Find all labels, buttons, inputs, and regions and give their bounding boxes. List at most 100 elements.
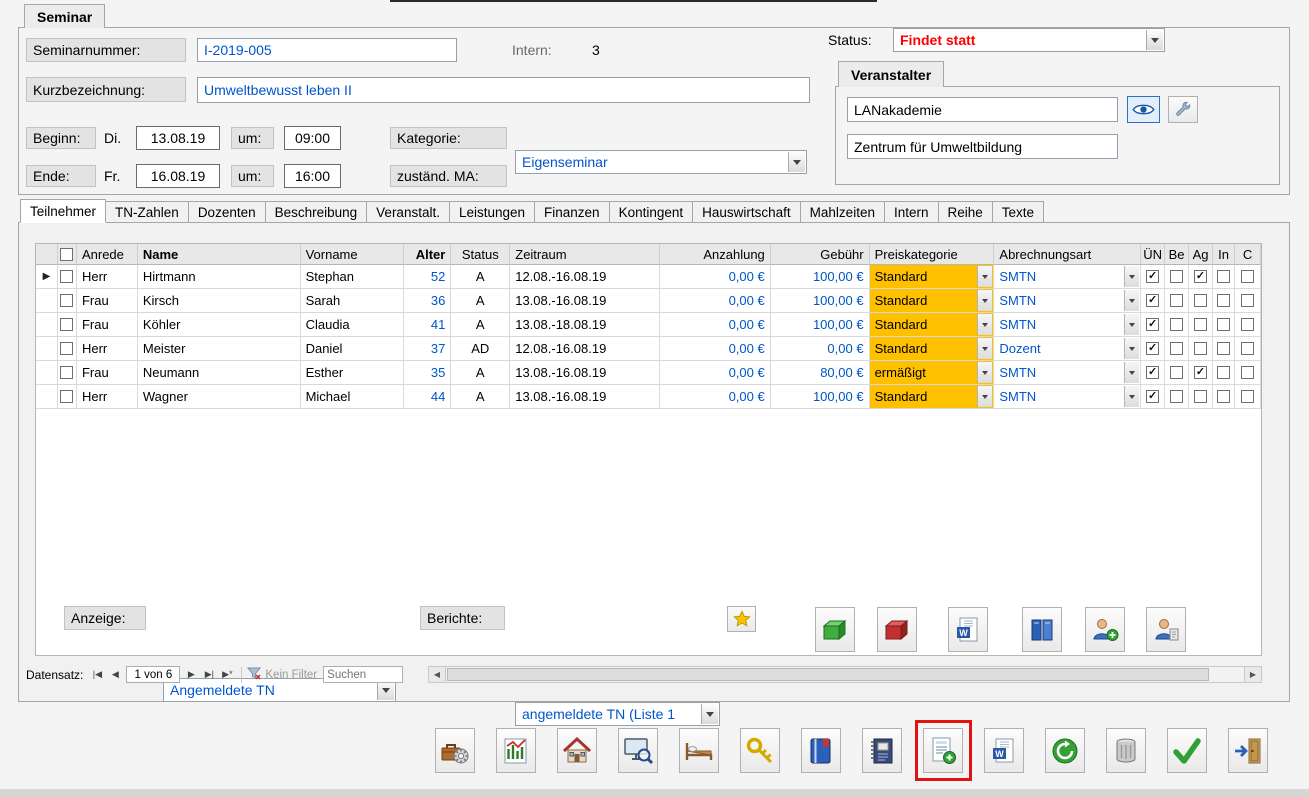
preiskategorie-combo[interactable]: Standard — [870, 265, 995, 289]
status-cell[interactable]: A — [451, 385, 510, 409]
statistics-button[interactable] — [496, 728, 536, 773]
flag-cell-ün[interactable] — [1141, 289, 1165, 313]
alter-cell[interactable]: 37 — [404, 337, 451, 361]
dropdown-arrow-icon[interactable] — [1124, 266, 1139, 287]
dropdown-arrow-icon[interactable] — [1124, 362, 1139, 383]
flag-checkbox[interactable] — [1146, 342, 1159, 355]
flag-cell-in[interactable] — [1213, 289, 1235, 313]
abrechnungsart-combo[interactable]: SMTN — [994, 361, 1141, 385]
row-checkbox[interactable] — [60, 342, 73, 355]
dropdown-arrow-icon[interactable] — [701, 704, 718, 724]
row-checkbox-cell[interactable] — [58, 265, 77, 289]
row-selector[interactable] — [36, 289, 58, 313]
dropdown-arrow-icon[interactable] — [977, 290, 992, 311]
beginn-date-input[interactable]: 13.08.19 — [136, 126, 220, 150]
anzahlung-cell[interactable]: 0,00 € — [660, 265, 771, 289]
flag-cell-ün[interactable] — [1141, 265, 1165, 289]
tab-teilnehmer[interactable]: Teilnehmer — [20, 199, 106, 223]
ende-time-input[interactable]: 16:00 — [284, 164, 341, 188]
preiskategorie-combo[interactable]: Standard — [870, 385, 995, 409]
view-veranstalter-button[interactable] — [1127, 96, 1160, 123]
flag-checkbox[interactable] — [1170, 294, 1183, 307]
column-header-status[interactable]: Status — [451, 244, 510, 265]
flag-cell-be[interactable] — [1165, 265, 1189, 289]
alter-cell[interactable]: 41 — [404, 313, 451, 337]
name-cell[interactable]: Meister — [138, 337, 301, 361]
column-header-anzahlung[interactable]: Anzahlung — [660, 244, 771, 265]
dropdown-arrow-icon[interactable] — [1124, 314, 1139, 335]
flag-cell-c[interactable] — [1235, 313, 1261, 337]
flag-cell-be[interactable] — [1165, 289, 1189, 313]
flag-checkbox[interactable] — [1146, 366, 1159, 379]
row-checkbox-cell[interactable] — [58, 337, 77, 361]
flag-checkbox[interactable] — [1194, 390, 1207, 403]
kategorie-combobox[interactable]: Eigenseminar — [515, 150, 807, 174]
anrede-cell[interactable]: Herr — [77, 265, 138, 289]
zeitraum-cell[interactable]: 13.08.-16.08.19 — [510, 289, 660, 313]
veranstalter-unit-input[interactable]: Zentrum für Umweltbildung — [847, 134, 1118, 159]
abrechnungsart-combo[interactable]: SMTN — [994, 265, 1141, 289]
favorite-report-button[interactable] — [727, 606, 756, 632]
zeitraum-cell[interactable]: 12.08.-16.08.19 — [510, 337, 660, 361]
alter-cell[interactable]: 52 — [404, 265, 451, 289]
row-checkbox[interactable] — [60, 270, 73, 283]
accommodation-button[interactable] — [679, 728, 719, 773]
flag-checkbox[interactable] — [1217, 342, 1230, 355]
flag-cell-ag[interactable] — [1189, 289, 1213, 313]
dropdown-arrow-icon[interactable] — [1124, 338, 1139, 359]
name-cell[interactable]: Wagner — [138, 385, 301, 409]
preiskategorie-combo[interactable]: Standard — [870, 313, 995, 337]
column-header-flag-in[interactable]: In — [1213, 244, 1235, 265]
anrede-cell[interactable]: Frau — [77, 289, 138, 313]
veranstalter-name-input[interactable]: LANakademie — [847, 97, 1118, 122]
gebuehr-cell[interactable]: 0,00 € — [771, 337, 870, 361]
column-header-flag-ün[interactable]: ÜN — [1141, 244, 1165, 265]
vorname-cell[interactable]: Claudia — [301, 313, 405, 337]
gebuehr-cell[interactable]: 100,00 € — [771, 289, 870, 313]
anzahlung-cell[interactable]: 0,00 € — [660, 361, 771, 385]
filter-indicator-button[interactable]: Kein Filter — [247, 666, 317, 683]
status-cell[interactable]: A — [451, 313, 510, 337]
flag-checkbox[interactable] — [1241, 294, 1254, 307]
next-record-button[interactable]: ▶ — [182, 666, 200, 683]
name-cell[interactable]: Neumann — [138, 361, 301, 385]
row-checkbox[interactable] — [60, 366, 73, 379]
flag-cell-ün[interactable] — [1141, 313, 1165, 337]
first-record-button[interactable]: |◀ — [88, 666, 106, 683]
status-cell[interactable]: A — [451, 361, 510, 385]
access-key-button[interactable] — [740, 728, 780, 773]
flag-checkbox[interactable] — [1217, 270, 1230, 283]
add-participant-button[interactable] — [1085, 607, 1125, 652]
tab-texte[interactable]: Texte — [993, 201, 1044, 223]
flag-cell-ün[interactable] — [1141, 385, 1165, 409]
flag-cell-be[interactable] — [1165, 337, 1189, 361]
row-checkbox-cell[interactable] — [58, 313, 77, 337]
tab-mahlzeiten[interactable]: Mahlzeiten — [801, 201, 885, 223]
row-selector[interactable] — [36, 385, 58, 409]
anzahlung-cell[interactable]: 0,00 € — [660, 313, 771, 337]
kurzbezeichnung-input[interactable]: Umweltbewusst leben II — [197, 77, 810, 103]
checkout-red-button[interactable] — [877, 607, 917, 652]
tab-intern[interactable]: Intern — [885, 201, 939, 223]
status-cell[interactable]: A — [451, 289, 510, 313]
status-cell[interactable]: AD — [451, 337, 510, 361]
flag-checkbox[interactable] — [1217, 390, 1230, 403]
column-header-vorname[interactable]: Vorname — [301, 244, 405, 265]
flag-checkbox[interactable] — [1194, 366, 1207, 379]
vorname-cell[interactable]: Stephan — [301, 265, 405, 289]
name-cell[interactable]: Hirtmann — [138, 265, 301, 289]
participant-info-button[interactable] — [1146, 607, 1186, 652]
flag-checkbox[interactable] — [1241, 390, 1254, 403]
tab-finanzen[interactable]: Finanzen — [535, 201, 610, 223]
flag-checkbox[interactable] — [1217, 318, 1230, 331]
gebuehr-cell[interactable]: 80,00 € — [771, 361, 870, 385]
gebuehr-cell[interactable]: 100,00 € — [771, 265, 870, 289]
flag-cell-ag[interactable] — [1189, 265, 1213, 289]
zeitraum-cell[interactable]: 13.08.-16.08.19 — [510, 361, 660, 385]
scrollbar-thumb[interactable] — [447, 668, 1209, 681]
gebuehr-cell[interactable]: 100,00 € — [771, 313, 870, 337]
abrechnungsart-combo[interactable]: SMTN — [994, 289, 1141, 313]
zeitraum-cell[interactable]: 12.08.-16.08.19 — [510, 265, 660, 289]
flag-checkbox[interactable] — [1194, 318, 1207, 331]
flag-cell-be[interactable] — [1165, 361, 1189, 385]
